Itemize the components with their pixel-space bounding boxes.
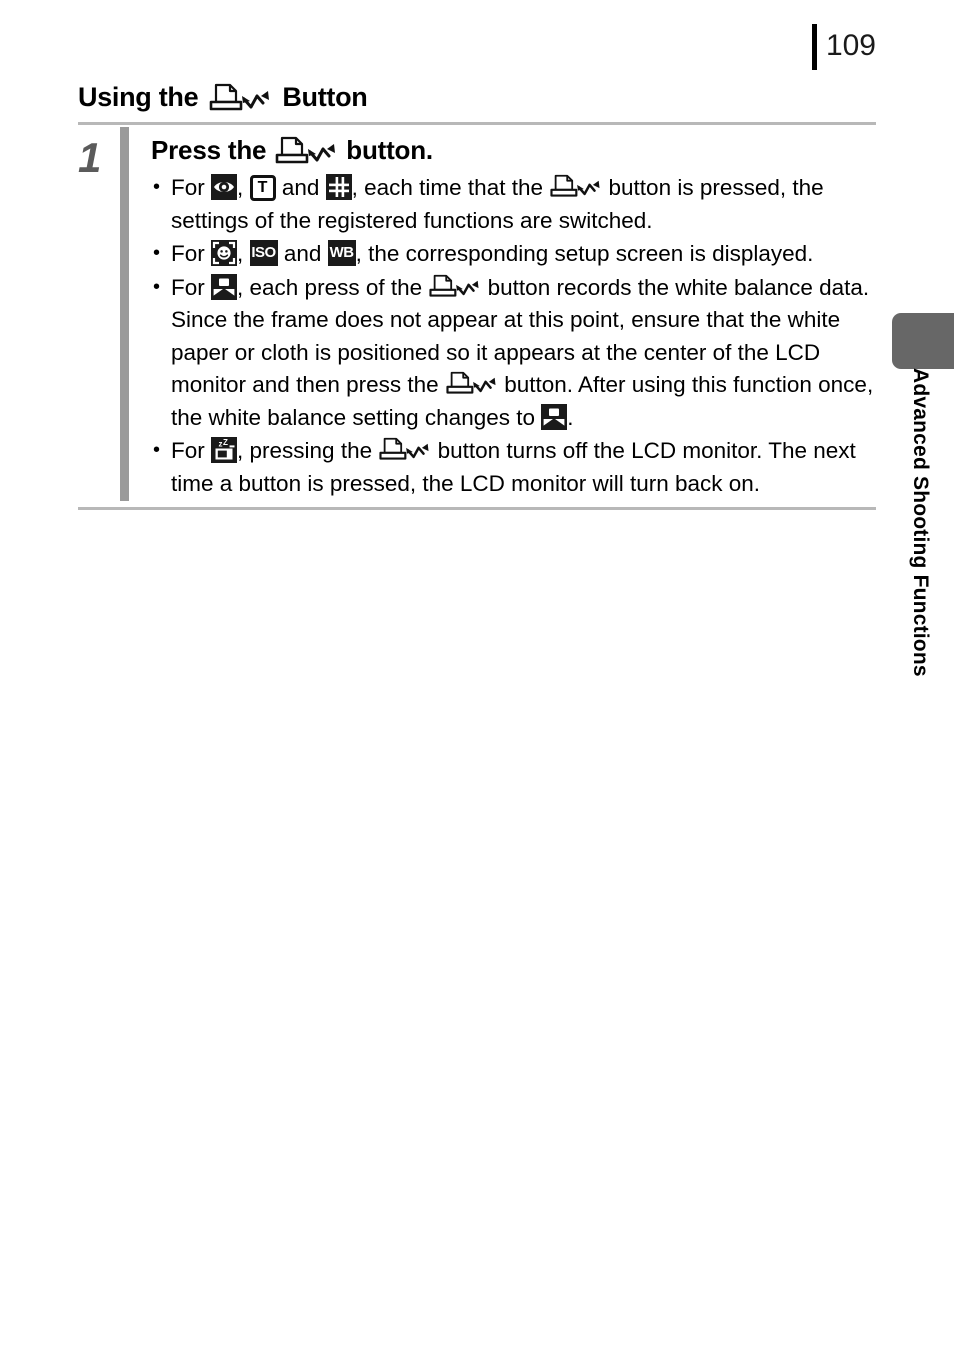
chapter-tab-label: Advanced Shooting Functions — [909, 368, 932, 677]
bullet-lcd-off: For z Z , pressing the — [151, 434, 876, 500]
bullet-lead: For — [171, 438, 205, 463]
bullet-lead: For — [171, 175, 205, 200]
step-heading: Press the button. — [151, 135, 876, 166]
white-balance-icon: WB — [327, 240, 356, 266]
custom-white-balance-icon — [211, 273, 238, 300]
bullet-text-part-4: . — [567, 404, 574, 430]
bullet-setup-screen: For , ISO and — [151, 237, 876, 271]
bullet-text-tail: , the corresponding setup screen is disp… — [355, 241, 814, 266]
step-body: 1 Press the button. • For , T and , each… — [78, 125, 876, 507]
page-number: 109 — [825, 29, 876, 62]
page-number-rule — [811, 24, 817, 70]
section-title-suffix: Button — [282, 82, 368, 112]
bullet-separator: , — [237, 241, 244, 266]
bullet-text-mid: , each time that the — [351, 175, 543, 200]
iso-icon-label: ISO — [251, 244, 276, 261]
section-title: Using the Button — [78, 82, 368, 113]
digital-tele-converter-icon: T — [249, 175, 276, 201]
print-share-icon — [378, 437, 431, 462]
bullet-separator: , — [237, 175, 244, 200]
bullet-lead: For — [171, 274, 205, 300]
iso-icon: ISO — [249, 240, 278, 266]
bullet-custom-white-balance: For , each press of the — [151, 271, 876, 435]
step-heading-prefix: Press the — [151, 135, 267, 165]
bullet-text-part-1: , pressing the — [237, 438, 373, 463]
display-off-icon: z Z — [211, 437, 238, 463]
custom-white-balance-icon — [541, 403, 568, 430]
step-block: 1 Press the button. • For , T and , each… — [78, 122, 876, 510]
bullet-text-part-1: , each press of the — [237, 274, 423, 300]
print-share-icon — [428, 274, 481, 299]
step-heading-suffix: button. — [346, 135, 433, 165]
section-title-prefix: Using the — [78, 82, 199, 112]
grid-lines-icon — [325, 174, 352, 200]
bullet-registered-functions: For , T and — [151, 171, 876, 237]
print-share-icon — [549, 174, 602, 199]
step-bullet-list: For , T and — [151, 171, 876, 500]
step-rule-bottom — [78, 507, 876, 510]
step-content: Press the button. For — [151, 127, 876, 501]
chapter-tab-marker — [892, 313, 954, 369]
bullet-separator-and: and — [281, 175, 320, 200]
white-balance-icon-label: WB — [329, 244, 355, 261]
bullet-separator-and: and — [283, 241, 322, 266]
red-eye-icon — [211, 174, 238, 200]
svg-text:Z: Z — [223, 438, 228, 447]
print-share-icon — [274, 136, 338, 166]
print-share-icon — [445, 371, 498, 396]
bullet-lead: For — [171, 241, 205, 266]
svg-text:z: z — [219, 440, 223, 449]
step-number: 1 — [78, 134, 102, 181]
page-header: 109 — [811, 24, 876, 70]
step-divider — [120, 127, 129, 501]
print-share-icon — [208, 83, 272, 113]
face-select-icon — [211, 240, 238, 266]
